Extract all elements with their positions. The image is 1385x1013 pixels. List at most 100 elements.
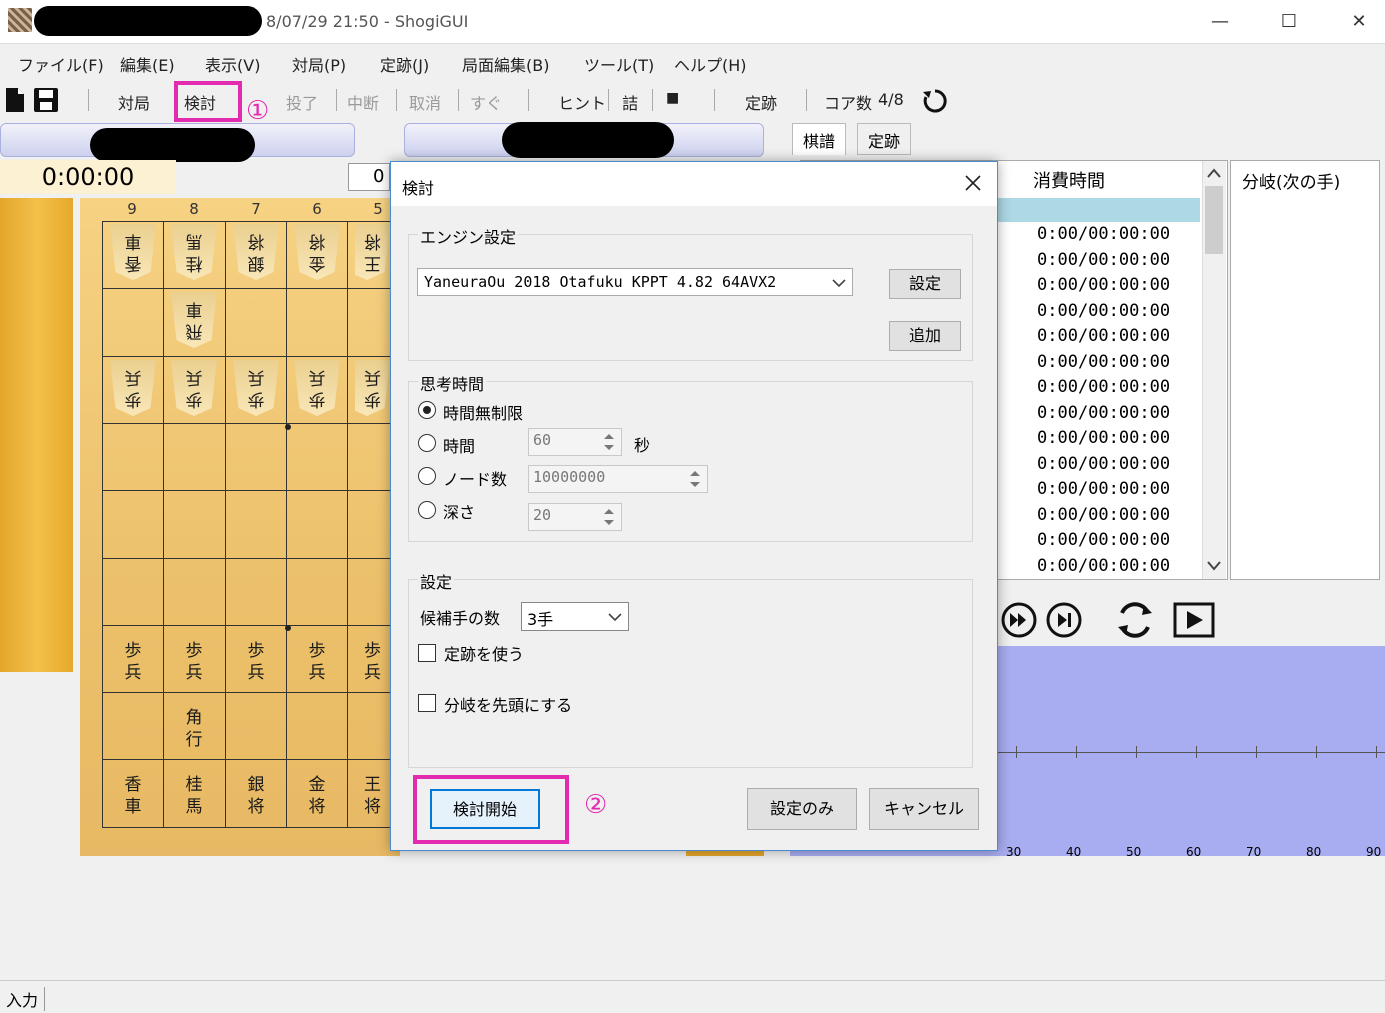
gote-knight[interactable]: 桂 馬 (171, 224, 217, 280)
cancel-button[interactable]: キャンセル (869, 788, 979, 830)
scrollbar-thumb[interactable] (1205, 186, 1223, 254)
toolbar-separator (608, 89, 609, 111)
scroll-down-icon[interactable] (1207, 561, 1221, 571)
refresh-icon[interactable] (922, 88, 948, 114)
rotate-board-icon[interactable] (1114, 599, 1156, 641)
chevron-down-icon (608, 613, 622, 622)
radio-depth[interactable] (418, 501, 436, 519)
tab-joseki[interactable]: 定跡 (857, 123, 912, 155)
taikyoku-button[interactable]: 対局 (118, 90, 150, 114)
minimize-button[interactable]: — (1208, 10, 1232, 34)
engine-settings-button[interactable]: 設定 (889, 269, 961, 299)
fast-forward-icon[interactable] (1000, 601, 1038, 639)
time-cell: 0:00/00:00:00 (1037, 479, 1171, 499)
chuudan-button[interactable]: 中断 (347, 90, 379, 114)
redacted-title (34, 6, 262, 36)
use-joseki-checkbox[interactable] (418, 644, 436, 662)
radio-time[interactable] (418, 434, 436, 452)
think-time-group-label: 思考時間 (418, 371, 487, 395)
spinner-arrows-icon[interactable] (600, 506, 618, 528)
save-icon[interactable] (34, 88, 58, 112)
sente-pawn[interactable]: 歩 兵 (294, 634, 340, 690)
step2-highlight (413, 775, 569, 844)
time-cell: 0:00/00:00:00 (1037, 224, 1171, 244)
gote-pawn[interactable]: 歩 兵 (294, 360, 340, 416)
spinner-arrows-icon[interactable] (686, 468, 704, 490)
menu-tools[interactable]: ツール(T) (584, 52, 654, 76)
radio-time-label: 時間 (443, 437, 476, 456)
menu-position-edit[interactable]: 局面編集(B) (462, 52, 549, 76)
spinner-arrows-icon[interactable] (600, 431, 618, 453)
sente-silver[interactable]: 銀 将 (233, 768, 279, 824)
graph-tick-label: 30 (1006, 845, 1022, 859)
sente-piece-stand (0, 198, 73, 672)
new-file-icon[interactable] (6, 88, 24, 112)
piece-label: 銀 将 (247, 775, 265, 817)
gote-pawn[interactable]: 歩 兵 (171, 360, 217, 416)
engine-select[interactable]: YaneuraOu 2018 Otafuku KPPT 4.82 64AVX2 (417, 268, 853, 296)
branch-first-checkbox[interactable] (418, 694, 436, 712)
tsume-button[interactable]: 詰 (622, 90, 638, 114)
grid-line (102, 692, 390, 694)
skip-to-end-icon[interactable] (1045, 601, 1083, 639)
graph-tick-label: 70 (1246, 845, 1262, 859)
grid-line (102, 221, 103, 827)
play-icon[interactable] (1173, 602, 1215, 638)
menu-help[interactable]: ヘルプ(H) (674, 52, 747, 76)
menu-joseki[interactable]: 定跡(J) (380, 52, 429, 76)
sente-pawn[interactable]: 歩 兵 (355, 634, 390, 690)
sente-pawn[interactable]: 歩 兵 (110, 634, 156, 690)
nodes-spinbox[interactable]: 10000000 (528, 465, 708, 493)
gote-silver[interactable]: 銀 将 (233, 224, 279, 280)
scroll-up-icon[interactable] (1207, 168, 1221, 178)
gote-pawn[interactable]: 歩 兵 (110, 360, 156, 416)
piece-label: 歩 兵 (247, 641, 265, 683)
settings-group-label: 設定 (418, 569, 455, 593)
grid-line (102, 422, 390, 424)
radio-unlimited[interactable] (418, 401, 436, 419)
time-cell: 0:00/00:00:00 (1037, 275, 1171, 295)
piece-label: 歩 兵 (124, 367, 142, 409)
close-button[interactable]: ✕ (1347, 10, 1371, 34)
radio-nodes[interactable] (418, 467, 436, 485)
sente-knight[interactable]: 桂 馬 (171, 768, 217, 824)
joseki-button[interactable]: 定跡 (745, 90, 777, 114)
gote-lance[interactable]: 香 車 (110, 224, 156, 280)
sente-king[interactable]: 王 将 (355, 768, 390, 824)
sente-gold[interactable]: 金 将 (294, 768, 340, 824)
maximize-button[interactable]: ☐ (1277, 10, 1301, 34)
cores-label: コア数 (824, 94, 873, 113)
menu-file[interactable]: ファイル(F) (18, 52, 104, 76)
sugu-button[interactable]: すぐ (470, 90, 502, 114)
sente-lance[interactable]: 香 車 (110, 768, 156, 824)
hint-button[interactable]: ヒント (558, 90, 606, 114)
toolbar-separator (652, 89, 653, 111)
branch-list[interactable] (1230, 160, 1380, 580)
engine-add-button[interactable]: 追加 (889, 321, 961, 351)
sente-bishop[interactable]: 角 行 (171, 701, 217, 757)
gote-pawn[interactable]: 歩 兵 (233, 360, 279, 416)
sente-pawn[interactable]: 歩 兵 (233, 634, 279, 690)
gote-king[interactable]: 王 将 (355, 224, 390, 280)
touryou-button[interactable]: 投了 (286, 90, 318, 114)
gote-gold[interactable]: 金 将 (294, 224, 340, 280)
time-cell: 0:00/00:00:00 (1037, 249, 1171, 270)
status-bar (0, 980, 1385, 1013)
time-cell: 0:00/00:00:00 (1037, 530, 1171, 550)
menu-view[interactable]: 表示(V) (205, 52, 260, 76)
menu-edit[interactable]: 編集(E) (120, 52, 175, 76)
gote-pawn[interactable]: 歩 兵 (355, 360, 390, 416)
torikeshi-button[interactable]: 取消 (409, 90, 441, 114)
shogi-board[interactable] (80, 198, 400, 856)
sente-pawn[interactable]: 歩 兵 (171, 634, 217, 690)
gote-rook[interactable]: 飛 車 (171, 292, 217, 348)
gote-clock: 0 (348, 163, 390, 191)
piece-label: 飛 車 (185, 299, 203, 341)
time-cell: 0:00/00:00:00 (1037, 300, 1171, 321)
dialog-close-icon[interactable] (964, 174, 982, 192)
stop-button[interactable]: ■ (666, 90, 679, 106)
settings-only-button[interactable]: 設定のみ (747, 788, 857, 830)
menu-game[interactable]: 対局(P) (292, 52, 346, 76)
tab-kifu[interactable]: 棋譜 (792, 123, 847, 155)
depth-spinbox-value: 20 (533, 506, 552, 524)
